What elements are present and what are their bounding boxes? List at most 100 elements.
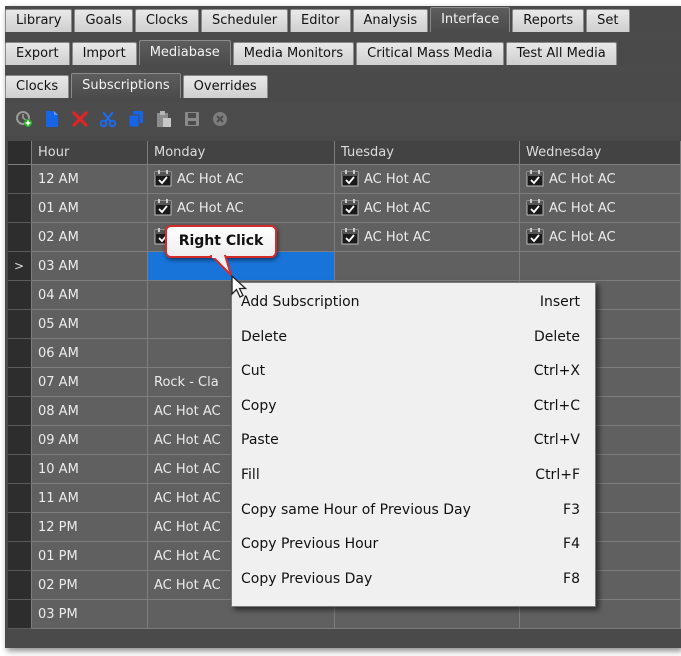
tab-analysis[interactable]: Analysis [352, 9, 429, 32]
cancel-icon[interactable] [211, 110, 229, 128]
subtab-clocks[interactable]: Clocks [5, 75, 70, 98]
menu-item-copy[interactable]: Copy Ctrl+C [232, 389, 595, 423]
cell-hour[interactable]: 09 AM [32, 426, 148, 455]
tab-media-monitors[interactable]: Media Monitors [232, 42, 355, 65]
cell-monday[interactable]: AC Hot AC [148, 194, 335, 223]
column-header-monday[interactable]: Monday [148, 141, 335, 165]
menu-item-shortcut: Delete [534, 328, 580, 345]
menu-item-shortcut: Ctrl+X [533, 363, 580, 380]
table-row[interactable]: 02 AM AC Hot AC AC Hot AC [8, 223, 681, 252]
cell-hour[interactable]: 03 AM [32, 252, 148, 281]
menu-item-delete[interactable]: Delete Delete [232, 320, 595, 354]
cell-hour[interactable]: 06 AM [32, 339, 148, 368]
row-indicator[interactable] [8, 281, 32, 310]
row-indicator[interactable] [8, 484, 32, 513]
row-indicator[interactable] [8, 397, 32, 426]
cell-text: 08 AM [38, 404, 79, 419]
row-indicator[interactable] [8, 426, 32, 455]
cell-hour[interactable]: 10 AM [32, 455, 148, 484]
row-indicator[interactable] [8, 165, 32, 194]
table-row[interactable]: >03 AM [8, 252, 681, 281]
calendar-icon [341, 199, 359, 216]
tab-clocks[interactable]: Clocks [134, 9, 199, 32]
menu-item-paste[interactable]: Paste Ctrl+V [232, 423, 595, 457]
tab-library[interactable]: Library [5, 9, 73, 32]
cell-wednesday[interactable]: AC Hot AC [520, 223, 681, 252]
tab-set[interactable]: Set [586, 9, 630, 32]
cell-hour[interactable]: 01 PM [32, 542, 148, 571]
cell-hour[interactable]: 11 AM [32, 484, 148, 513]
row-indicator[interactable] [8, 339, 32, 368]
menu-item-copy-same-hour-of-previous-day[interactable]: Copy same Hour of Previous Day F3 [232, 493, 595, 527]
tab-scheduler[interactable]: Scheduler [200, 9, 289, 32]
cell-hour[interactable]: 12 PM [32, 513, 148, 542]
menu-item-cut[interactable]: Cut Ctrl+X [232, 354, 595, 388]
cell-text: 12 AM [38, 172, 79, 187]
row-indicator[interactable] [8, 542, 32, 571]
cell-tuesday[interactable]: AC Hot AC [335, 165, 520, 194]
cell-wednesday[interactable] [520, 252, 681, 281]
tab-export[interactable]: Export [5, 42, 70, 65]
cell-hour[interactable]: 05 AM [32, 310, 148, 339]
copy-icon[interactable] [127, 110, 145, 128]
cell-tuesday[interactable] [335, 252, 520, 281]
cell-hour[interactable]: 02 AM [32, 223, 148, 252]
cell-wednesday[interactable]: AC Hot AC [520, 194, 681, 223]
menu-item-copy-previous-day[interactable]: Copy Previous Day F8 [232, 562, 595, 596]
cell-monday[interactable]: AC Hot AC [148, 165, 335, 194]
row-indicator[interactable] [8, 368, 32, 397]
column-header-hour[interactable]: Hour [32, 141, 148, 165]
subtab-subscriptions[interactable]: Subscriptions [71, 73, 181, 98]
cell-hour[interactable]: 07 AM [32, 368, 148, 397]
row-indicator[interactable] [8, 223, 32, 252]
tab-interface[interactable]: Interface [430, 7, 511, 32]
cell-hour[interactable]: 08 AM [32, 397, 148, 426]
cell-hour[interactable]: 03 PM [32, 600, 148, 629]
cell-hour[interactable]: 12 AM [32, 165, 148, 194]
table-row[interactable]: 12 AM AC Hot AC AC Hot AC AC Hot AC [8, 165, 681, 194]
row-indicator[interactable] [8, 571, 32, 600]
tab-test-all-media[interactable]: Test All Media [505, 42, 617, 65]
row-indicator[interactable]: > [8, 252, 32, 281]
cell-text: 01 PM [38, 549, 78, 564]
cell-text: 02 PM [38, 578, 78, 593]
menu-item-label: Copy same Hour of Previous Day [241, 501, 471, 518]
column-header-wednesday[interactable]: Wednesday [520, 141, 681, 165]
menu-item-add-subscription[interactable]: Add Subscription Insert [232, 285, 595, 319]
menu-item-fill[interactable]: Fill Ctrl+F [232, 458, 595, 492]
table-row[interactable]: 01 AM AC Hot AC AC Hot AC AC Hot AC [8, 194, 681, 223]
row-indicator[interactable] [8, 310, 32, 339]
cell-tuesday[interactable]: AC Hot AC [335, 223, 520, 252]
row-indicator[interactable] [8, 194, 32, 223]
tab-mediabase[interactable]: Mediabase [138, 40, 231, 65]
tab-editor[interactable]: Editor [290, 9, 351, 32]
delete-icon[interactable] [71, 110, 89, 128]
cell-wednesday[interactable]: AC Hot AC [520, 165, 681, 194]
cell-hour[interactable]: 01 AM [32, 194, 148, 223]
cell-tuesday[interactable]: AC Hot AC [335, 194, 520, 223]
row-indicator[interactable] [8, 455, 32, 484]
cut-icon[interactable] [99, 110, 117, 128]
tab-critical-mass-media[interactable]: Critical Mass Media [356, 42, 504, 65]
new-icon[interactable] [43, 110, 61, 128]
row-indicator[interactable] [8, 513, 32, 542]
save-icon[interactable] [183, 110, 201, 128]
paste-icon[interactable] [155, 110, 173, 128]
tab-import[interactable]: Import [71, 42, 137, 65]
add-clock-icon[interactable] [15, 110, 33, 128]
cell-text: AC Hot AC [549, 230, 616, 245]
cell-text: 12 PM [38, 520, 78, 535]
column-header-tuesday[interactable]: Tuesday [335, 141, 520, 165]
menu-item-label: Cut [241, 363, 266, 380]
subtab-overrides[interactable]: Overrides [182, 75, 268, 98]
tab-goals[interactable]: Goals [74, 9, 133, 32]
cell-hour[interactable]: 02 PM [32, 571, 148, 600]
cell-text: 11 AM [38, 491, 79, 506]
row-indicator[interactable] [8, 600, 32, 629]
menu-item-shortcut: Ctrl+F [535, 467, 580, 483]
menu-item-label: Copy Previous Hour [241, 536, 379, 553]
menu-item-label: Copy Previous Day [241, 570, 373, 587]
cell-hour[interactable]: 04 AM [32, 281, 148, 310]
menu-item-copy-previous-hour[interactable]: Copy Previous Hour F4 [232, 527, 595, 561]
tab-reports[interactable]: Reports [512, 9, 585, 32]
